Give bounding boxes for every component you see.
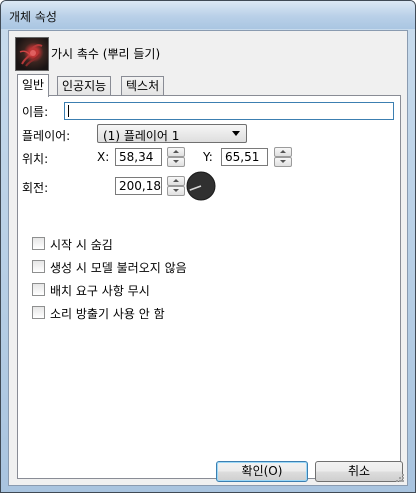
checkbox[interactable] bbox=[32, 306, 45, 319]
x-position-value: 58,34 bbox=[119, 150, 154, 164]
player-label: 플레이어: bbox=[22, 129, 71, 143]
ok-button[interactable]: 확인(O) bbox=[216, 461, 308, 482]
y-label: Y: bbox=[203, 150, 213, 164]
rotation-decrement-button[interactable] bbox=[167, 186, 185, 196]
x-position-spinner bbox=[167, 147, 185, 167]
rotation-dial[interactable] bbox=[186, 171, 216, 201]
checkbox[interactable] bbox=[32, 260, 45, 273]
rotation-input[interactable]: 200,18 bbox=[115, 177, 162, 195]
chevron-down-icon bbox=[232, 131, 240, 136]
rotation-spinner bbox=[167, 176, 185, 196]
window-title: 개체 속성 bbox=[9, 10, 57, 24]
rotation-increment-button[interactable] bbox=[167, 176, 185, 186]
y-position-input[interactable]: 65,51 bbox=[221, 148, 268, 166]
arrow-up-icon bbox=[280, 150, 286, 153]
player-dropdown-value: (1) 플레이어 1 bbox=[103, 129, 180, 143]
x-label: X: bbox=[97, 150, 110, 164]
rotation-value: 200,18 bbox=[119, 179, 161, 193]
option-label: 배치 요구 사항 무시 bbox=[50, 284, 150, 298]
y-position-value: 65,51 bbox=[225, 150, 260, 164]
arrow-up-icon bbox=[173, 179, 179, 182]
object-properties-dialog: 개체 속성 가시 촉수 (뿌리 들기) 일반 인공지능 텍스처 이름: 플레이어… bbox=[0, 0, 416, 493]
y-increment-button[interactable] bbox=[274, 147, 292, 157]
rotation-label: 회전: bbox=[22, 181, 49, 195]
rotation-dial-graphic bbox=[186, 171, 216, 201]
y-decrement-button[interactable] bbox=[274, 157, 292, 167]
checkbox[interactable] bbox=[32, 283, 45, 296]
x-decrement-button[interactable] bbox=[167, 157, 185, 167]
option-label: 시작 시 숨김 bbox=[50, 238, 113, 252]
tab-texture[interactable]: 텍스처 bbox=[121, 76, 165, 96]
name-label: 이름: bbox=[22, 105, 49, 119]
tab-ai[interactable]: 인공지능 bbox=[57, 76, 112, 96]
general-tab-panel: 이름: 플레이어: (1) 플레이어 1 위치: X: 58,34 Y: 65,… bbox=[17, 95, 401, 479]
title-bar[interactable]: 개체 속성 bbox=[1, 1, 415, 29]
arrow-up-icon bbox=[173, 150, 179, 153]
player-dropdown[interactable]: (1) 플레이어 1 bbox=[97, 124, 247, 143]
tab-general[interactable]: 일반 bbox=[17, 74, 50, 97]
x-increment-button[interactable] bbox=[167, 147, 185, 157]
tentacle-unit-icon bbox=[15, 37, 49, 71]
object-name-label: 가시 촉수 (뿌리 들기) bbox=[51, 47, 161, 61]
resize-grip-icon[interactable] bbox=[395, 473, 405, 483]
name-input[interactable] bbox=[64, 102, 394, 120]
option-label: 생성 시 모델 불러오지 않음 bbox=[50, 261, 187, 275]
option-label: 소리 방출기 사용 안 함 bbox=[50, 307, 165, 321]
cancel-button[interactable]: 취소 bbox=[315, 461, 403, 482]
position-label: 위치: bbox=[22, 152, 49, 166]
dialog-client-area: 가시 촉수 (뿌리 들기) 일반 인공지능 텍스처 이름: 플레이어: (1) … bbox=[8, 30, 408, 486]
text-caret bbox=[68, 105, 69, 117]
arrow-down-icon bbox=[173, 189, 179, 192]
arrow-down-icon bbox=[173, 160, 179, 163]
x-position-input[interactable]: 58,34 bbox=[115, 148, 162, 166]
checkbox[interactable] bbox=[32, 237, 45, 250]
arrow-down-icon bbox=[280, 160, 286, 163]
y-position-spinner bbox=[274, 147, 292, 167]
